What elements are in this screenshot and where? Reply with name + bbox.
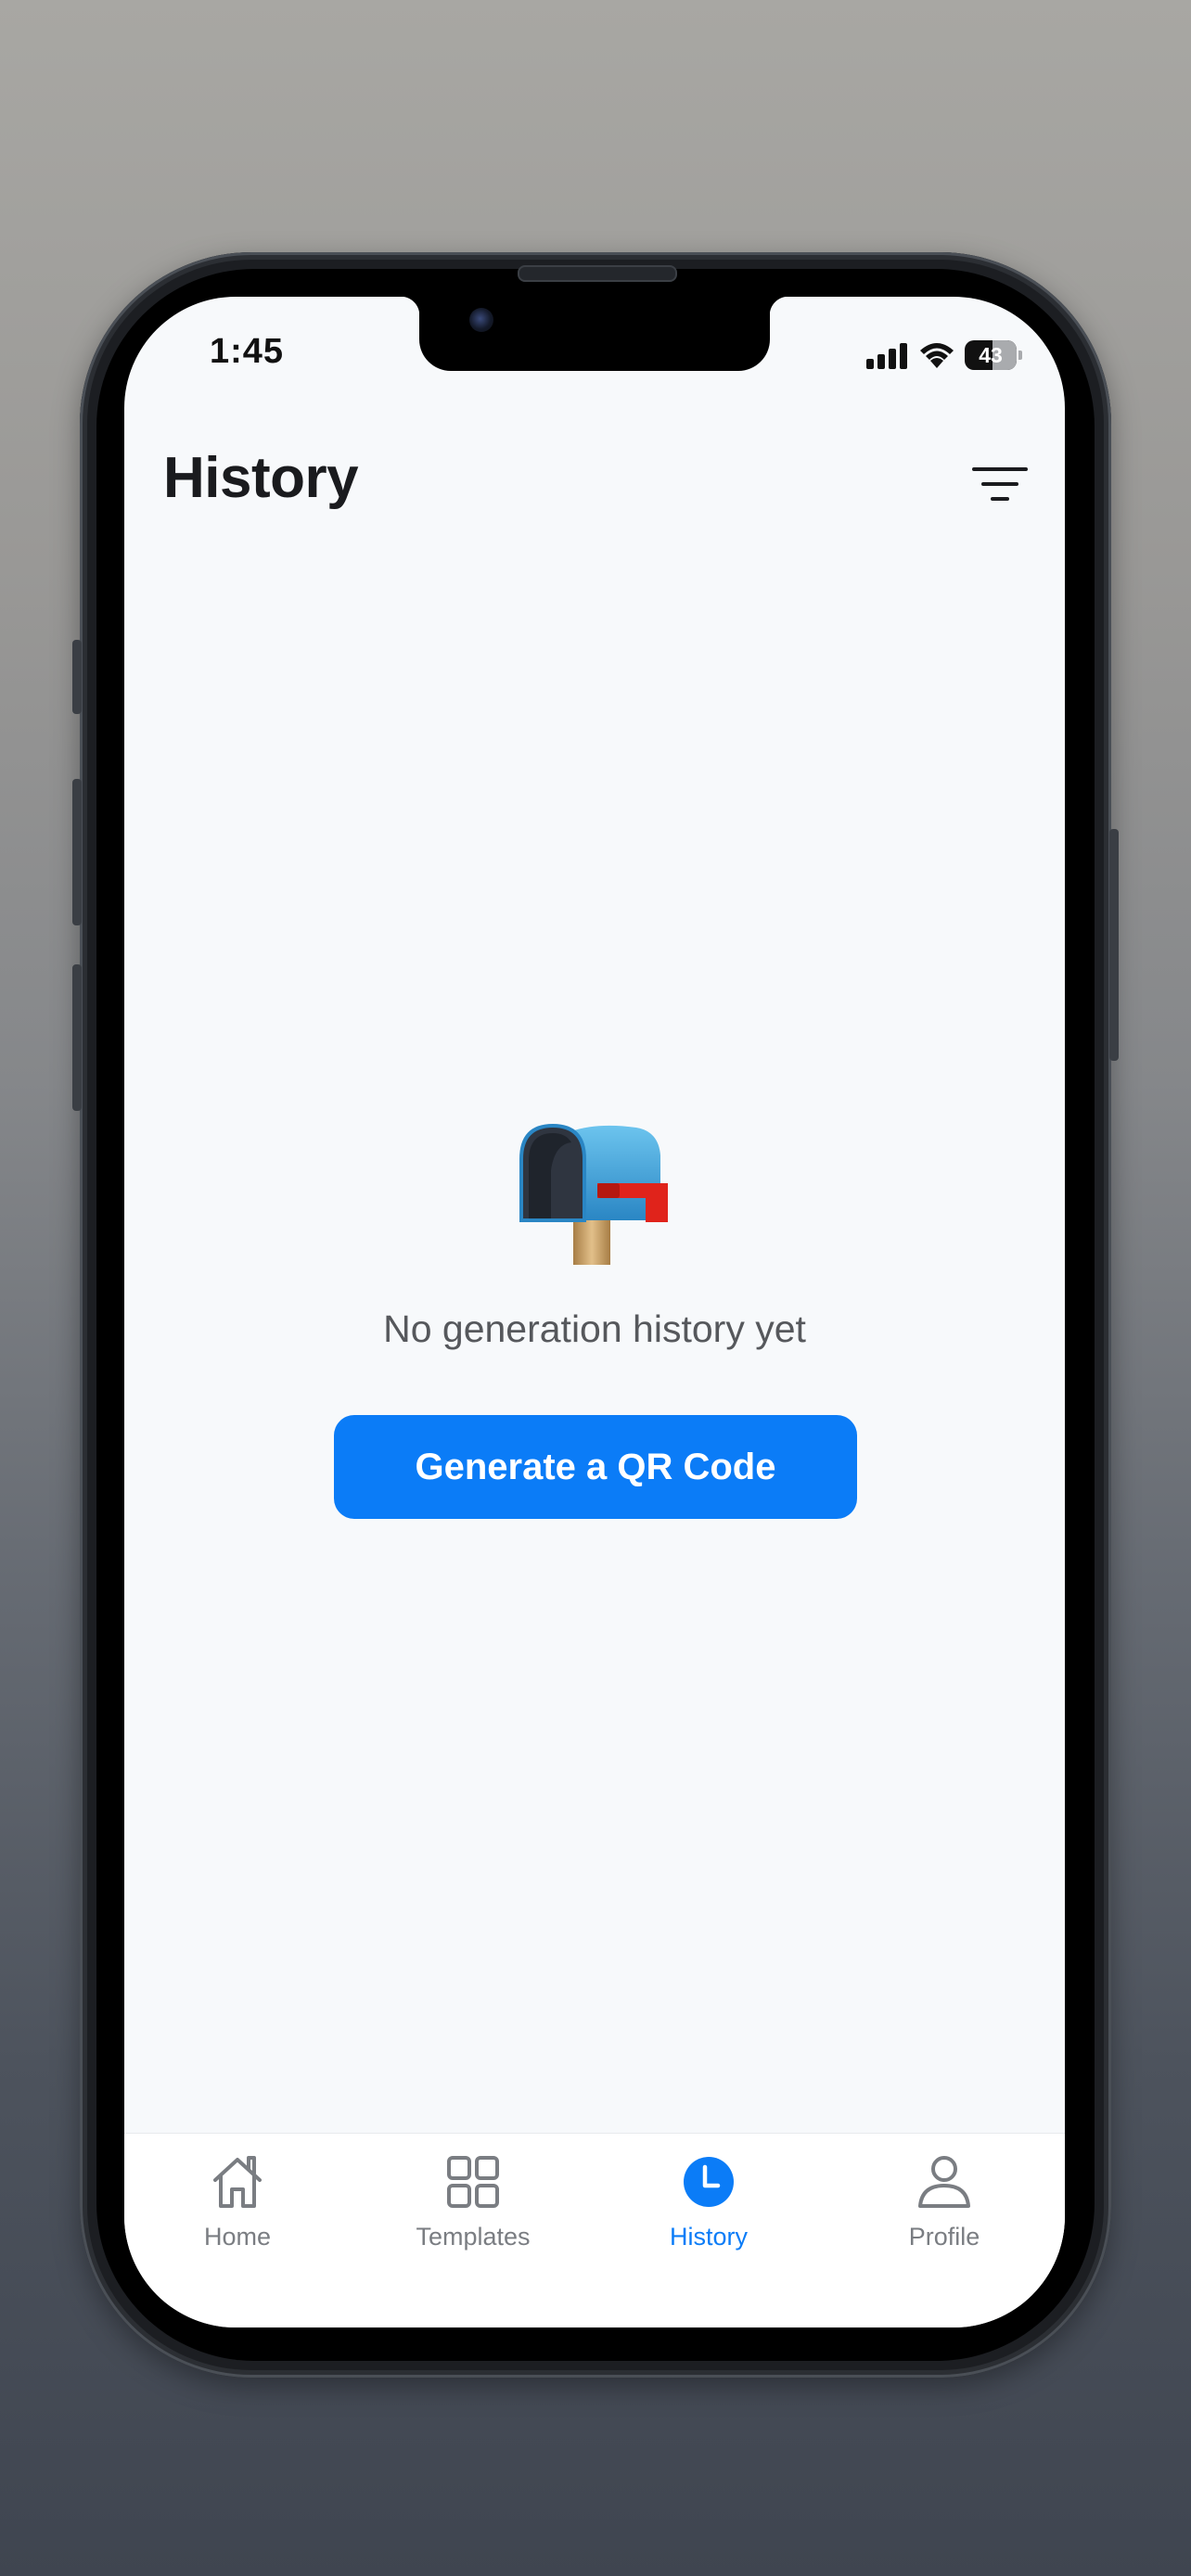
tab-home[interactable]: Home xyxy=(163,2152,312,2264)
app-screen: 1:45 43 History No generation history ye… xyxy=(124,297,1065,2327)
tab-label: Profile xyxy=(908,2223,980,2251)
silent-switch xyxy=(72,640,82,714)
tab-profile[interactable]: Profile xyxy=(870,2152,1018,2264)
home-icon xyxy=(213,2156,262,2208)
page-title: History xyxy=(163,446,359,510)
cellular-signal-icon xyxy=(866,343,907,369)
mailbox-icon xyxy=(519,1123,668,1265)
tab-label: Home xyxy=(203,2223,272,2251)
filter-button[interactable] xyxy=(972,465,1028,503)
tab-bar: Home Templates History Profile xyxy=(124,2133,1065,2327)
battery-icon: 43 xyxy=(965,340,1017,370)
battery-nub xyxy=(1018,351,1022,360)
filter-icon xyxy=(972,467,1028,501)
tab-templates[interactable]: Templates xyxy=(399,2152,547,2264)
tab-label: Templates xyxy=(416,2223,531,2251)
wifi-icon xyxy=(920,343,954,368)
generate-qr-code-button[interactable]: Generate a QR Code xyxy=(334,1415,857,1519)
status-time: 1:45 xyxy=(210,332,285,371)
earpiece-speaker xyxy=(518,265,677,282)
status-icons: 43 xyxy=(866,339,1022,371)
notch xyxy=(401,297,788,371)
power-button xyxy=(1109,829,1119,1061)
battery-level: 43 xyxy=(979,342,1003,367)
front-camera xyxy=(469,308,493,332)
volume-down-button xyxy=(72,964,82,1111)
tab-label: History xyxy=(669,2223,748,2251)
person-icon xyxy=(918,2156,970,2208)
empty-state-message: No generation history yet xyxy=(383,1307,806,1350)
volume-up-button xyxy=(72,779,82,925)
clock-icon xyxy=(684,2157,734,2207)
grid-icon xyxy=(447,2156,499,2208)
tab-history[interactable]: History xyxy=(634,2152,783,2264)
